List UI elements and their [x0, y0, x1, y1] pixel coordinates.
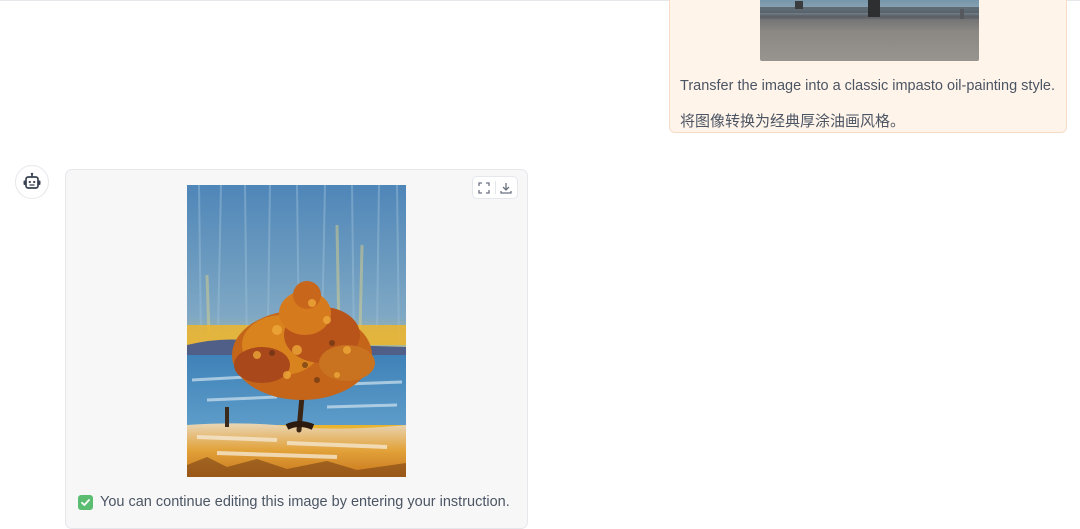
bot-message-card: You can continue editing this image by e… — [65, 169, 528, 529]
user-message-bubble: Transfer the image into a classic impast… — [669, 0, 1067, 133]
image-toolbar — [472, 176, 518, 199]
fullscreen-button[interactable] — [473, 177, 495, 198]
status-row: You can continue editing this image by e… — [78, 493, 510, 511]
bot-avatar — [15, 165, 49, 199]
download-icon — [500, 182, 512, 194]
user-message-text-en: Transfer the image into a classic impast… — [680, 78, 1056, 94]
robot-icon — [23, 172, 41, 189]
fullscreen-icon — [478, 181, 490, 194]
download-button[interactable] — [496, 177, 518, 198]
check-box-icon — [78, 494, 93, 510]
user-message-text-zh: 将图像转换为经典厚涂油画风格。 — [680, 112, 906, 130]
generated-oil-painting-image[interactable] — [187, 185, 406, 477]
status-message: You can continue editing this image by e… — [100, 494, 510, 510]
user-uploaded-image[interactable] — [760, 0, 979, 61]
